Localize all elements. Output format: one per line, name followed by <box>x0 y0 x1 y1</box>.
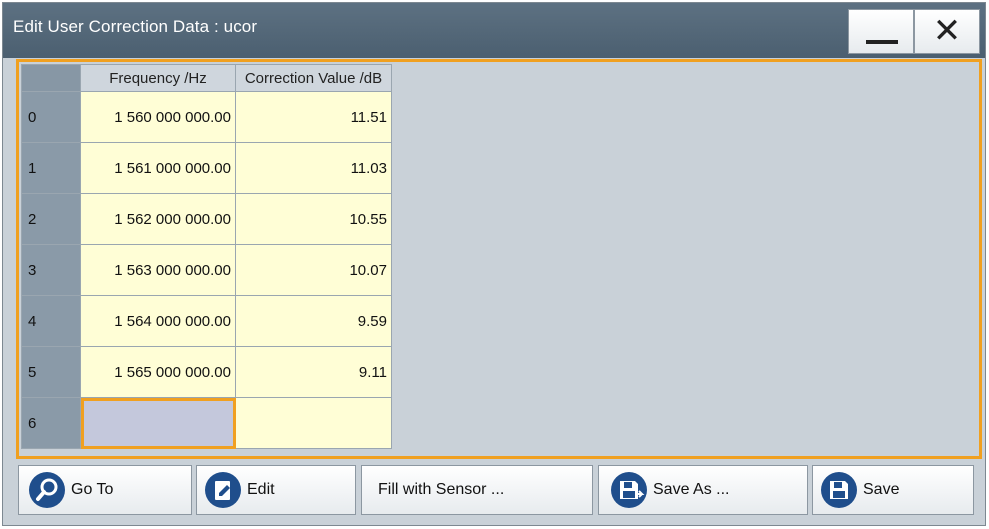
search-icon <box>29 472 65 508</box>
save-as-button[interactable]: Save As ... <box>598 465 808 515</box>
row-index: 0 <box>21 91 81 143</box>
save-as-label: Save As ... <box>653 481 730 498</box>
fill-with-sensor-button[interactable]: Fill with Sensor ... <box>361 465 593 515</box>
edit-button[interactable]: Edit <box>196 465 356 515</box>
edit-icon <box>205 472 241 508</box>
correction-cell[interactable]: 11.03 <box>235 142 392 194</box>
button-bar: Go To Edit Fill with Sensor ... Save As … <box>16 461 982 521</box>
table-area: Frequency /Hz Correction Value /dB 0 1 5… <box>16 59 982 459</box>
correction-cell[interactable]: 9.11 <box>235 346 392 398</box>
frequency-cell[interactable]: 1 565 000 000.00 <box>80 346 236 398</box>
table-row: 3 1 563 000 000.00 10.07 <box>21 244 392 296</box>
go-to-button[interactable]: Go To <box>18 465 192 515</box>
fill-with-sensor-label: Fill with Sensor ... <box>378 481 505 498</box>
row-index: 2 <box>21 193 81 245</box>
row-index: 6 <box>21 397 81 449</box>
frequency-cell-selected[interactable] <box>80 397 236 449</box>
close-button[interactable]: ✕ <box>914 9 980 54</box>
table-row: 5 1 565 000 000.00 9.11 <box>21 346 392 398</box>
row-index: 4 <box>21 295 81 347</box>
save-button[interactable]: Save <box>812 465 974 515</box>
table-row: 6 <box>21 397 392 449</box>
minimize-icon <box>866 40 898 44</box>
title-bar: Edit User Correction Data : ucor ✕ <box>3 3 985 58</box>
table-header-row: Frequency /Hz Correction Value /dB <box>21 64 392 92</box>
correction-cell[interactable]: 11.51 <box>235 91 392 143</box>
correction-cell[interactable]: 10.55 <box>235 193 392 245</box>
go-to-label: Go To <box>71 481 114 498</box>
correction-cell[interactable]: 9.59 <box>235 295 392 347</box>
correction-table: Frequency /Hz Correction Value /dB 0 1 5… <box>21 64 392 449</box>
window-title: Edit User Correction Data : ucor <box>13 17 258 36</box>
row-index: 1 <box>21 142 81 194</box>
frequency-cell[interactable]: 1 564 000 000.00 <box>80 295 236 347</box>
row-index: 3 <box>21 244 81 296</box>
table-row: 0 1 560 000 000.00 11.51 <box>21 91 392 143</box>
row-index: 5 <box>21 346 81 398</box>
index-column-header <box>21 64 81 92</box>
frequency-cell[interactable]: 1 562 000 000.00 <box>80 193 236 245</box>
correction-cell[interactable] <box>235 397 392 449</box>
edit-label: Edit <box>247 481 275 498</box>
save-as-icon <box>611 472 647 508</box>
correction-column-header: Correction Value /dB <box>235 64 392 92</box>
frequency-cell[interactable]: 1 563 000 000.00 <box>80 244 236 296</box>
save-label: Save <box>863 481 900 498</box>
correction-cell[interactable]: 10.07 <box>235 244 392 296</box>
table-row: 4 1 564 000 000.00 9.59 <box>21 295 392 347</box>
table-row: 1 1 561 000 000.00 11.03 <box>21 142 392 194</box>
frequency-cell[interactable]: 1 561 000 000.00 <box>80 142 236 194</box>
close-icon: ✕ <box>932 11 962 51</box>
table-row: 2 1 562 000 000.00 10.55 <box>21 193 392 245</box>
minimize-button[interactable] <box>848 9 914 54</box>
frequency-cell[interactable]: 1 560 000 000.00 <box>80 91 236 143</box>
save-icon <box>821 472 857 508</box>
frequency-column-header: Frequency /Hz <box>80 64 236 92</box>
